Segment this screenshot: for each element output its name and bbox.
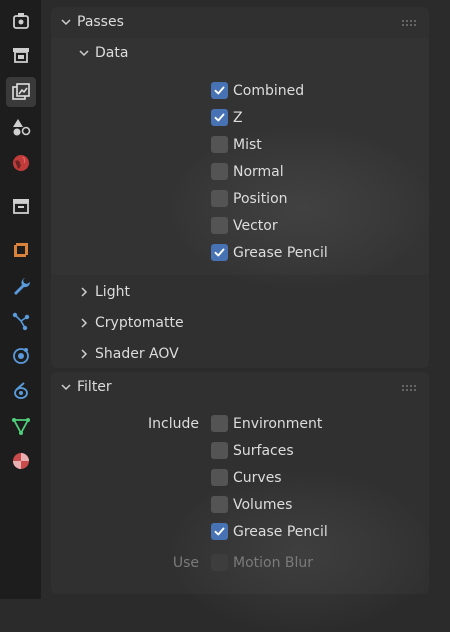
position-checkbox-row[interactable]: Position (211, 185, 288, 212)
tab-object[interactable] (6, 235, 36, 265)
light-subpanel-header[interactable]: Light (51, 277, 429, 307)
shader-aov-subpanel-header[interactable]: Shader AOV (51, 339, 429, 369)
vector-checkbox-row[interactable]: Vector (211, 212, 278, 239)
constraints-icon (14, 382, 28, 399)
z-checkbox-row[interactable]: Z (211, 104, 243, 131)
checkmark-icon (214, 113, 225, 122)
motion-blur-checkbox-row: Motion Blur (211, 549, 313, 576)
environment-checkbox-row[interactable]: Environment (211, 410, 322, 437)
tab-particles[interactable] (6, 306, 36, 336)
grease-pencil-label: Grease Pencil (233, 523, 328, 540)
volumes-checkbox-row[interactable]: Volumes (211, 491, 292, 518)
material-icon (13, 453, 29, 469)
physics-icon (13, 348, 29, 364)
curves-label: Curves (233, 469, 282, 486)
chevron-down-icon (61, 19, 71, 26)
grease-pencil-label: Grease Pencil (233, 244, 328, 261)
tab-world[interactable] (6, 148, 36, 178)
grease-pencil-checkbox-row[interactable]: Grease Pencil (211, 239, 328, 266)
surfaces-checkbox-row[interactable]: Surfaces (211, 437, 294, 464)
light-title: Light (95, 284, 130, 300)
z-label: Z (233, 109, 243, 126)
chevron-down-icon (61, 384, 71, 391)
grease-pencil-checkbox-row[interactable]: Grease Pencil (211, 518, 328, 545)
use-label: Use (172, 554, 199, 571)
checkmark-icon (214, 248, 225, 257)
world-icon (13, 155, 29, 171)
cryptomatte-subpanel-header[interactable]: Cryptomatte (51, 308, 429, 338)
view-layer-icon (12, 83, 30, 100)
combined-checkbox-row[interactable]: Combined (211, 77, 304, 104)
vector-checkbox[interactable] (211, 217, 228, 234)
volumes-label: Volumes (233, 496, 293, 513)
tab-modifiers[interactable] (6, 271, 36, 301)
checkmark-icon (214, 527, 225, 536)
passes-title: Passes (77, 14, 124, 30)
normal-checkbox[interactable] (211, 163, 228, 180)
mist-checkbox-row[interactable]: Mist (211, 131, 262, 158)
chevron-right-icon (81, 287, 88, 297)
grease-pencil-checkbox[interactable] (211, 244, 228, 261)
passes-panel: Passes Data Combined Z Mist Normal Position V… (51, 7, 431, 369)
object-icon (12, 241, 30, 259)
cryptomatte-title: Cryptomatte (95, 315, 184, 331)
chevron-right-icon (81, 318, 88, 328)
tool-icon (13, 13, 29, 29)
position-label: Position (233, 190, 288, 207)
object-data-icon (12, 418, 30, 435)
collection-icon (13, 199, 29, 214)
chevron-right-icon (81, 349, 88, 359)
passes-panel-header[interactable]: Passes (51, 7, 429, 37)
tab-tool[interactable] (6, 6, 36, 36)
filter-panel: Filter Include Environment Surfaces Curves… (51, 372, 431, 632)
mist-label: Mist (233, 136, 262, 153)
tab-scene[interactable] (6, 112, 36, 142)
surfaces-label: Surfaces (233, 442, 294, 459)
tab-view-layer[interactable] (6, 77, 36, 107)
z-checkbox[interactable] (211, 109, 228, 126)
curves-checkbox-row[interactable]: Curves (211, 464, 282, 491)
tab-material[interactable] (6, 446, 36, 476)
motion-blur-checkbox (211, 554, 228, 571)
filter-panel-header[interactable]: Filter (51, 372, 429, 402)
motion-blur-label: Motion Blur (233, 554, 314, 571)
tab-object-data[interactable] (6, 411, 36, 441)
grease-pencil-checkbox[interactable] (211, 523, 228, 540)
tab-collection[interactable] (6, 191, 36, 221)
position-checkbox[interactable] (211, 190, 228, 207)
tab-physics[interactable] (6, 341, 36, 371)
tab-render[interactable] (6, 40, 36, 70)
normal-checkbox-row[interactable]: Normal (211, 158, 284, 185)
normal-label: Normal (233, 163, 284, 180)
data-subpanel-header[interactable]: Data (51, 38, 429, 68)
data-subpanel: Data Combined Z Mist Normal Position Vector Gr… (51, 38, 431, 288)
environment-checkbox[interactable] (211, 415, 228, 432)
drag-grip-icon[interactable] (401, 384, 417, 391)
scene-icon (13, 119, 31, 136)
vector-label: Vector (233, 217, 278, 234)
tab-constraints[interactable] (6, 376, 36, 406)
particles-icon (12, 312, 30, 331)
properties-tab-bar (0, 0, 41, 599)
environment-label: Environment (233, 415, 323, 432)
data-title: Data (95, 45, 129, 61)
shader-aov-title: Shader AOV (95, 346, 179, 362)
render-icon (13, 48, 29, 63)
mist-checkbox[interactable] (211, 136, 228, 153)
filter-title: Filter (77, 379, 112, 395)
properties-editor[interactable]: Passes Data Combined Z Mist Normal Position V… (41, 0, 450, 632)
combined-label: Combined (233, 82, 305, 99)
chevron-down-icon (79, 50, 89, 57)
drag-grip-icon[interactable] (401, 19, 417, 26)
combined-checkbox[interactable] (211, 82, 228, 99)
include-label: Include (148, 415, 199, 432)
checkmark-icon (214, 86, 225, 95)
surfaces-checkbox[interactable] (211, 442, 228, 459)
curves-checkbox[interactable] (211, 469, 228, 486)
modifier-wrench-icon (14, 278, 31, 295)
volumes-checkbox[interactable] (211, 496, 228, 513)
